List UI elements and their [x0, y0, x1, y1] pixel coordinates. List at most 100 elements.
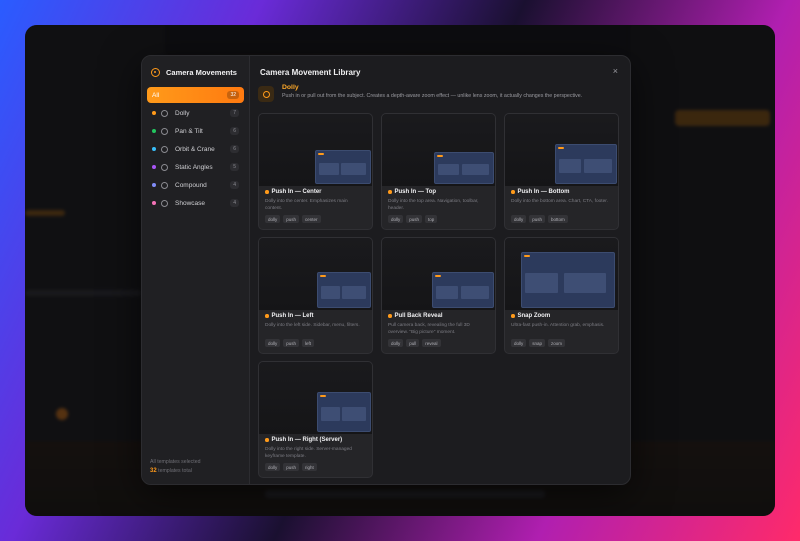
sidebar-item-pan-tilt[interactable]: Pan & Tilt 6	[147, 123, 244, 139]
category-dot-icon	[265, 190, 269, 194]
sidebar-item-label: Showcase	[175, 199, 205, 207]
tag-chip: dolly	[388, 215, 404, 223]
template-preview	[382, 238, 495, 310]
app-window: Camera Movements All 32 Dolly 7 Pan & Tilt 6 O…	[25, 25, 775, 516]
sidebar-item-label: Dolly	[175, 109, 190, 117]
template-card[interactable]: Pull Back Reveal Pull camera back, reveal…	[381, 237, 496, 354]
template-card[interactable]: Push In — Center Dolly into the center. E…	[258, 113, 373, 230]
template-preview	[259, 114, 372, 186]
template-title: Push In — Top	[394, 189, 437, 195]
template-preview	[505, 114, 618, 186]
sidebar-item-label: Orbit & Crane	[175, 145, 215, 153]
sidebar-item-compound[interactable]: Compound 4	[147, 177, 244, 193]
footer-count: 32	[150, 468, 157, 474]
sidebar-item-showcase[interactable]: Showcase 4	[147, 195, 244, 211]
tag-chip: push	[283, 215, 300, 223]
sidebar-item-label: Pan & Tilt	[175, 127, 203, 135]
category-count-badge: 5	[230, 163, 239, 171]
category-icon	[161, 181, 168, 189]
category-color-dot	[152, 111, 156, 115]
category-icon	[161, 109, 168, 117]
sidebar-footer: All templates selected 32 templates tota…	[150, 458, 200, 476]
template-description: Dolly into the left side. Sidebar, menu,…	[265, 323, 360, 328]
sidebar-item-static-angles[interactable]: Static Angles 5	[147, 159, 244, 175]
category-dot-icon	[388, 314, 392, 318]
template-description: Dolly into the top area. Navigation, too…	[388, 199, 479, 211]
template-title-row: Push In — Bottom	[511, 189, 570, 195]
template-card[interactable]: Push In — Right (Server) Dolly into the r…	[258, 361, 373, 478]
category-dot-icon	[265, 438, 269, 442]
tag-chip: snap	[529, 339, 546, 347]
category-color-dot	[152, 147, 156, 151]
tag-chip: pull	[406, 339, 420, 347]
tag-chip: bottom	[548, 215, 568, 223]
template-description: Dolly into the center. Emphasizes main c…	[265, 199, 348, 211]
category-color-dot	[152, 165, 156, 169]
preview-screen	[434, 152, 494, 184]
template-title: Push In — Bottom	[517, 189, 570, 195]
tag-chip: dolly	[265, 463, 281, 471]
category-dot-icon	[511, 190, 515, 194]
sidebar-item-all[interactable]: All 32	[147, 87, 244, 103]
tag-chip: center	[302, 215, 321, 223]
preview-screen	[521, 252, 615, 308]
template-grid: Push In — Center Dolly into the center. E…	[258, 113, 622, 478]
tag-chip: push	[406, 215, 423, 223]
close-button[interactable]: ×	[613, 66, 618, 76]
category-dot-icon	[388, 190, 392, 194]
template-tags: dolly push center	[265, 215, 321, 223]
category-color-dot	[152, 201, 156, 205]
camera-movement-modal: Camera Movements All 32 Dolly 7 Pan & Tilt 6 O…	[141, 55, 631, 485]
sidebar-item-orbit-crane[interactable]: Orbit & Crane 6	[147, 141, 244, 157]
template-tags: dolly pull reveal	[388, 339, 441, 347]
category-icon	[161, 127, 168, 135]
template-card[interactable]: Push In — Left Dolly into the left side. …	[258, 237, 373, 354]
template-title: Push In — Center	[271, 189, 322, 195]
tag-chip: dolly	[265, 339, 281, 347]
tag-chip: left	[302, 339, 315, 347]
category-color-dot	[152, 183, 156, 187]
template-title-row: Push In — Right (Server)	[265, 437, 342, 443]
template-title-row: Push In — Center	[265, 189, 322, 195]
template-card[interactable]: Push In — Bottom Dolly into the bottom ar…	[504, 113, 619, 230]
preview-screen	[432, 272, 494, 308]
category-dot-icon	[265, 314, 269, 318]
tag-chip: dolly	[511, 339, 527, 347]
template-title: Push In — Right (Server)	[271, 437, 343, 443]
sidebar-item-label: Static Angles	[175, 163, 213, 171]
footer-selection: All templates selected	[150, 459, 201, 465]
section-header: Dolly Push in or pull out from the subje…	[258, 84, 622, 108]
target-icon	[151, 68, 160, 77]
category-icon	[161, 199, 168, 207]
template-card[interactable]: Push In — Top Dolly into the top area. Na…	[381, 113, 496, 230]
category-count-badge: 6	[230, 127, 239, 135]
template-description: Pull camera back, revealing the full 3D …	[388, 323, 470, 335]
library-main: Camera Movement Library × Dolly Push in …	[250, 56, 630, 484]
category-count-badge: 4	[230, 181, 239, 189]
category-count-badge: 32	[227, 91, 239, 99]
template-description: Dolly into the right side. Server-manage…	[265, 447, 352, 459]
tag-chip: top	[425, 215, 438, 223]
sidebar-item-label: Compound	[175, 181, 207, 189]
template-preview	[505, 238, 618, 310]
template-card[interactable]: Snap Zoom Ultra-fast push-in. Attention g…	[504, 237, 619, 354]
template-title-row: Snap Zoom	[511, 313, 550, 319]
category-sidebar: Camera Movements All 32 Dolly 7 Pan & Tilt 6 O…	[142, 56, 250, 484]
section-description: Push in or pull out from the subject. Cr…	[282, 93, 583, 99]
dolly-icon	[258, 86, 274, 102]
preview-screen	[317, 392, 371, 432]
tag-chip: push	[529, 215, 546, 223]
template-description: Dolly into the bottom area. Chart, CTA, …	[511, 199, 608, 204]
sidebar-header: Camera Movements	[142, 56, 249, 85]
template-title: Snap Zoom	[517, 313, 551, 319]
template-preview	[259, 362, 372, 434]
template-preview	[382, 114, 495, 186]
section-name: Dolly	[282, 84, 299, 91]
template-title: Push In — Left	[271, 313, 314, 319]
tag-chip: push	[283, 339, 300, 347]
preview-screen	[315, 150, 371, 184]
tag-chip: dolly	[388, 339, 404, 347]
sidebar-item-dolly[interactable]: Dolly 7	[147, 105, 244, 121]
preview-screen	[317, 272, 371, 308]
sidebar-item-label: All	[152, 91, 160, 99]
